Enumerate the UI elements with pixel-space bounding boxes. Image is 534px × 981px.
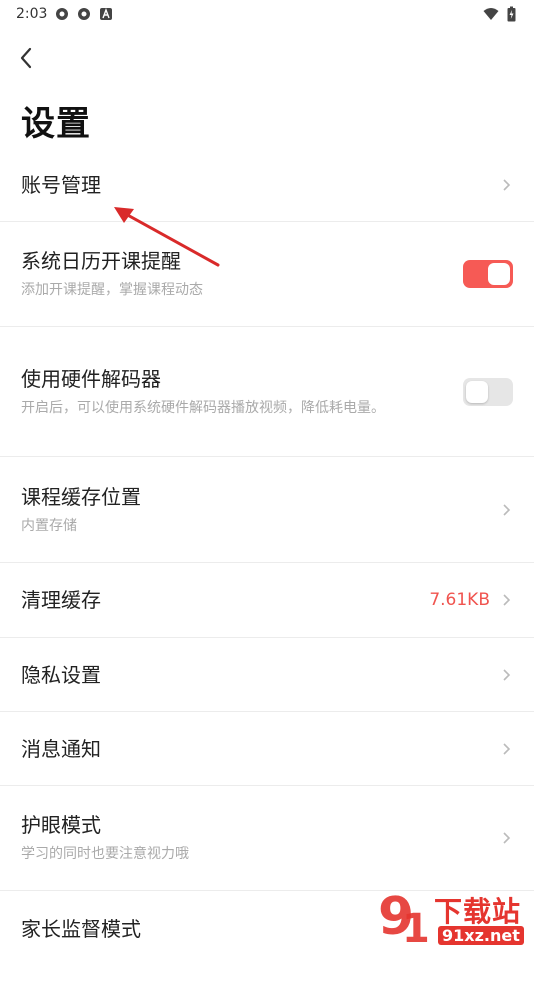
cache-size-value: 7.61KB	[429, 590, 490, 610]
page-title: 设置	[21, 104, 91, 144]
cache-location-item[interactable]: 课程缓存位置 内置存储	[0, 457, 534, 563]
item-description: 内置存储	[21, 517, 77, 534]
status-bar: 2:03	[0, 0, 534, 28]
chevron-right-icon	[503, 503, 511, 516]
item-label: 课程缓存位置	[21, 484, 141, 509]
chevron-right-icon	[503, 742, 511, 755]
item-label: 消息通知	[21, 736, 101, 761]
battery-icon	[507, 6, 516, 22]
item-label: 使用硬件解码器	[21, 366, 161, 391]
chevron-right-icon	[503, 668, 511, 681]
item-label: 护眼模式	[21, 813, 101, 837]
item-label: 账号管理	[21, 172, 101, 197]
wifi-icon	[483, 8, 499, 20]
hardware-decoder-item: 使用硬件解码器 开启后，可以使用系统硬件解码器播放视频，降低耗电量。	[0, 327, 534, 457]
clear-cache-item[interactable]: 清理缓存 7.61KB	[0, 563, 534, 638]
app-notification-icon	[56, 8, 69, 20]
hardware-decoder-toggle[interactable]	[463, 377, 513, 406]
toggle-knob	[488, 263, 510, 285]
calendar-reminder-item: 系统日历开课提醒 添加开课提醒，掌握课程动态	[0, 222, 534, 327]
parental-control-item[interactable]: 家长监督模式	[0, 891, 534, 981]
settings-list: 账号管理 系统日历开课提醒 添加开课提醒，掌握课程动态 使用硬件解码器 开启后，…	[0, 148, 534, 981]
item-label: 系统日历开课提醒	[21, 249, 181, 273]
eye-protection-item[interactable]: 护眼模式 学习的同时也要注意视力哦	[0, 786, 534, 891]
chevron-left-icon	[20, 47, 32, 69]
app-notification-icon	[78, 8, 91, 20]
account-management-item[interactable]: 账号管理	[0, 148, 534, 222]
font-notification-icon	[100, 8, 113, 20]
chevron-right-icon	[503, 594, 511, 606]
item-description: 开启后，可以使用系统硬件解码器播放视频，降低耗电量。	[21, 399, 385, 416]
status-time: 2:03	[16, 6, 48, 22]
message-notification-item[interactable]: 消息通知	[0, 712, 534, 786]
item-label: 家长监督模式	[21, 917, 141, 941]
item-description: 添加开课提醒，掌握课程动态	[21, 282, 203, 298]
chevron-right-icon	[503, 832, 511, 844]
item-description: 学习的同时也要注意视力哦	[21, 846, 189, 862]
back-button[interactable]	[12, 44, 40, 72]
calendar-reminder-toggle[interactable]	[463, 260, 513, 288]
chevron-right-icon	[503, 178, 511, 191]
privacy-settings-item[interactable]: 隐私设置	[0, 638, 534, 712]
toggle-knob	[466, 380, 488, 403]
item-label: 隐私设置	[21, 662, 101, 687]
